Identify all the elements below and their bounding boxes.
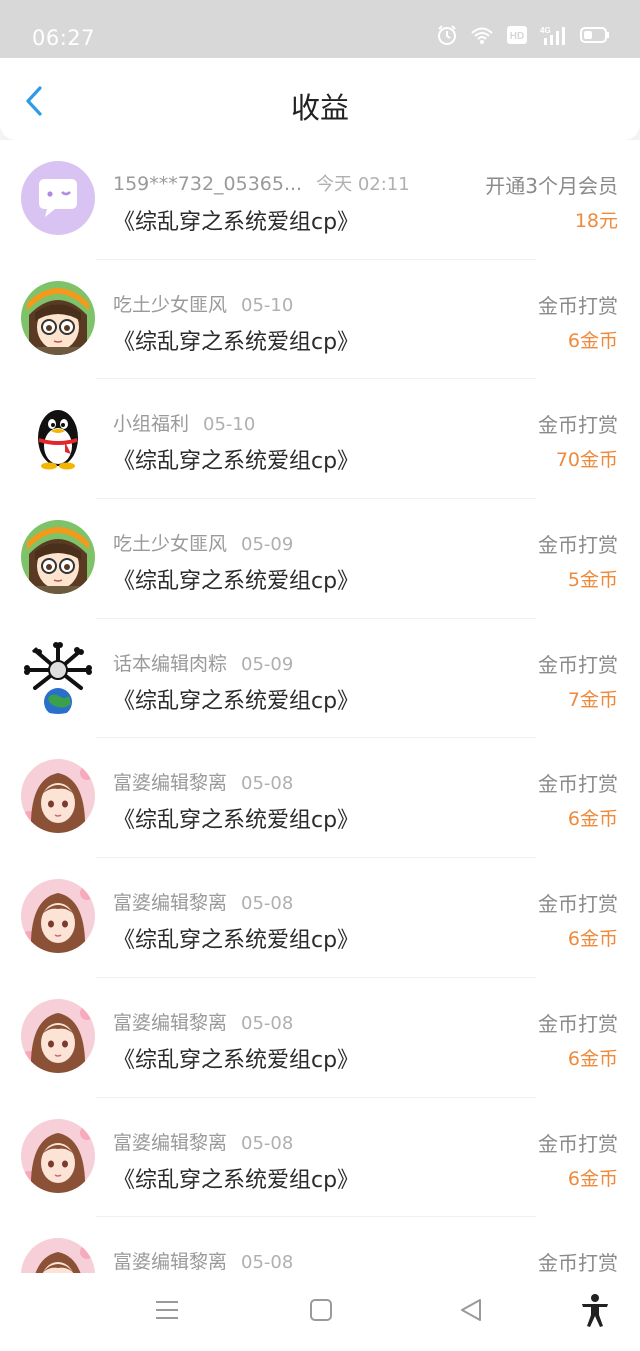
record-date: 05-10 — [203, 414, 256, 436]
record-date: 05-08 — [241, 893, 294, 915]
list-item[interactable]: 富婆编辑黎离 05-08 《综乱穿之系统爱组cp》 金币打赏 6金币 — [0, 738, 640, 859]
record-type: 金币打赏 — [538, 892, 618, 917]
accessibility-icon[interactable] — [580, 1293, 610, 1327]
signal-4g-icon: 4G — [540, 26, 565, 45]
record-date: 05-10 — [241, 294, 294, 316]
record-amount: 7金币 — [567, 688, 618, 711]
status-time: 06:27 — [32, 26, 96, 50]
page-title: 收益 — [290, 91, 349, 125]
record-amount: 6金币 — [567, 928, 618, 951]
alarm-icon — [438, 25, 456, 45]
record-amount: 6金币 — [567, 1167, 618, 1190]
record-type: 金币打赏 — [538, 1011, 618, 1036]
home-square-icon[interactable] — [308, 1297, 334, 1323]
list-item[interactable]: 159***732_05365... 今天 02:11 《综乱穿之系统爱组cp》 … — [0, 140, 640, 260]
app-header: 收益 — [0, 58, 640, 140]
record-date: 05-08 — [241, 1252, 294, 1273]
record-user: 159***732_05365... — [113, 173, 303, 195]
list-item[interactable]: 富婆编辑黎离 05-08 金币打赏 — [0, 1217, 640, 1273]
record-book: 《综乱穿之系统爱组cp》 — [113, 1047, 360, 1073]
record-book: 《综乱穿之系统爱组cp》 — [113, 928, 360, 954]
record-meta: 吃土少女匪风 05-09 — [113, 529, 293, 556]
record-date: 05-08 — [241, 773, 294, 795]
system-nav-bar — [0, 1273, 640, 1351]
wifi-icon — [471, 27, 493, 44]
record-type: 金币打赏 — [538, 533, 618, 558]
penguin-avatar — [21, 400, 95, 475]
record-meta: 富婆编辑黎离 05-08 — [113, 1008, 293, 1035]
record-meta: 富婆编辑黎离 05-08 — [113, 1128, 293, 1155]
record-date: 05-09 — [241, 534, 294, 556]
back-triangle-icon[interactable] — [458, 1297, 484, 1323]
record-date: 今天 02:11 — [316, 174, 410, 195]
record-type: 金币打赏 — [538, 652, 618, 677]
list-item[interactable]: 富婆编辑黎离 05-08 《综乱穿之系统爱组cp》 金币打赏 6金币 — [0, 978, 640, 1098]
record-user: 吃土少女匪风 — [113, 293, 228, 316]
record-type: 金币打赏 — [538, 413, 618, 438]
record-amount: 18元 — [574, 210, 618, 232]
record-book: 《综乱穿之系统爱组cp》 — [113, 449, 360, 475]
record-meta: 159***732_05365... 今天 02:11 — [113, 170, 410, 196]
record-book: 《综乱穿之系统爱组cp》 — [113, 688, 360, 714]
record-user: 小组福利 — [113, 413, 190, 436]
record-user: 话本编辑肉粽 — [113, 652, 228, 675]
hd-icon: HD — [507, 26, 527, 44]
anime-girl-flowers-avatar — [21, 879, 95, 954]
record-amount: 6金币 — [567, 808, 618, 831]
record-meta: 富婆编辑黎离 05-08 — [113, 768, 293, 795]
record-type: 金币打赏 — [538, 772, 618, 797]
record-meta: 富婆编辑黎离 05-08 — [113, 1247, 293, 1273]
anime-girl-flowers-avatar — [21, 998, 95, 1073]
record-type: 金币打赏 — [538, 293, 618, 318]
record-book: 《综乱穿之系统爱组cp》 — [113, 329, 360, 355]
anime-girl-glasses-avatar — [21, 280, 95, 355]
svg-text:HD: HD — [510, 31, 524, 42]
record-meta: 吃土少女匪风 05-10 — [113, 290, 293, 317]
list-item[interactable]: 富婆编辑黎离 05-08 《综乱穿之系统爱组cp》 金币打赏 6金币 — [0, 858, 640, 978]
list-item[interactable]: 吃土少女匪风 05-09 《综乱穿之系统爱组cp》 金币打赏 5金币 — [0, 499, 640, 619]
battery-icon — [580, 27, 609, 43]
list-item[interactable]: 富婆编辑黎离 05-08 《综乱穿之系统爱组cp》 金币打赏 6金币 — [0, 1098, 640, 1218]
record-amount: 70金币 — [555, 449, 618, 472]
record-date: 05-09 — [241, 653, 294, 675]
record-type: 金币打赏 — [538, 1251, 618, 1273]
anime-girl-flowers-avatar — [21, 1238, 95, 1273]
status-bar: 06:27 HD 4G — [0, 0, 640, 58]
record-meta: 小组福利 05-10 — [113, 409, 255, 436]
record-user: 富婆编辑黎离 — [113, 1251, 228, 1273]
menu-icon[interactable] — [154, 1297, 180, 1323]
anime-girl-glasses-avatar — [21, 520, 95, 595]
record-book: 《综乱穿之系统爱组cp》 — [113, 808, 360, 834]
record-user: 富婆编辑黎离 — [113, 1011, 228, 1034]
record-amount: 6金币 — [567, 329, 618, 352]
chat-bubble-avatar — [21, 161, 95, 235]
record-user: 富婆编辑黎离 — [113, 772, 228, 795]
record-book: 《综乱穿之系统爱组cp》 — [113, 210, 360, 235]
record-meta: 富婆编辑黎离 05-08 — [113, 888, 293, 915]
record-book: 《综乱穿之系统爱组cp》 — [113, 1167, 360, 1193]
anime-girl-flowers-avatar — [21, 759, 95, 834]
anime-girl-flowers-avatar — [21, 1118, 95, 1193]
record-date: 05-08 — [241, 1012, 294, 1034]
record-amount: 5金币 — [567, 569, 618, 592]
record-meta: 话本编辑肉粽 05-09 — [113, 649, 293, 676]
record-user: 富婆编辑黎离 — [113, 1131, 228, 1154]
earth-bones-avatar — [21, 639, 95, 714]
earnings-list: 159***732_05365... 今天 02:11 《综乱穿之系统爱组cp》 … — [0, 140, 640, 1273]
list-item[interactable]: 话本编辑肉粽 05-09 《综乱穿之系统爱组cp》 金币打赏 7金币 — [0, 619, 640, 739]
record-amount: 6金币 — [567, 1047, 618, 1070]
list-item[interactable]: 吃土少女匪风 05-10 《综乱穿之系统爱组cp》 金币打赏 6金币 — [0, 260, 640, 380]
record-type: 金币打赏 — [538, 1131, 618, 1156]
record-type: 开通3个月会员 — [485, 174, 618, 198]
status-icons: HD 4G — [436, 24, 610, 46]
record-user: 富婆编辑黎离 — [113, 892, 228, 915]
record-user: 吃土少女匪风 — [113, 533, 228, 556]
record-date: 05-08 — [241, 1132, 294, 1154]
record-book: 《综乱穿之系统爱组cp》 — [113, 569, 360, 595]
list-item[interactable]: 小组福利 05-10 《综乱穿之系统爱组cp》 金币打赏 70金币 — [0, 379, 640, 500]
svg-text:4G: 4G — [540, 26, 551, 35]
